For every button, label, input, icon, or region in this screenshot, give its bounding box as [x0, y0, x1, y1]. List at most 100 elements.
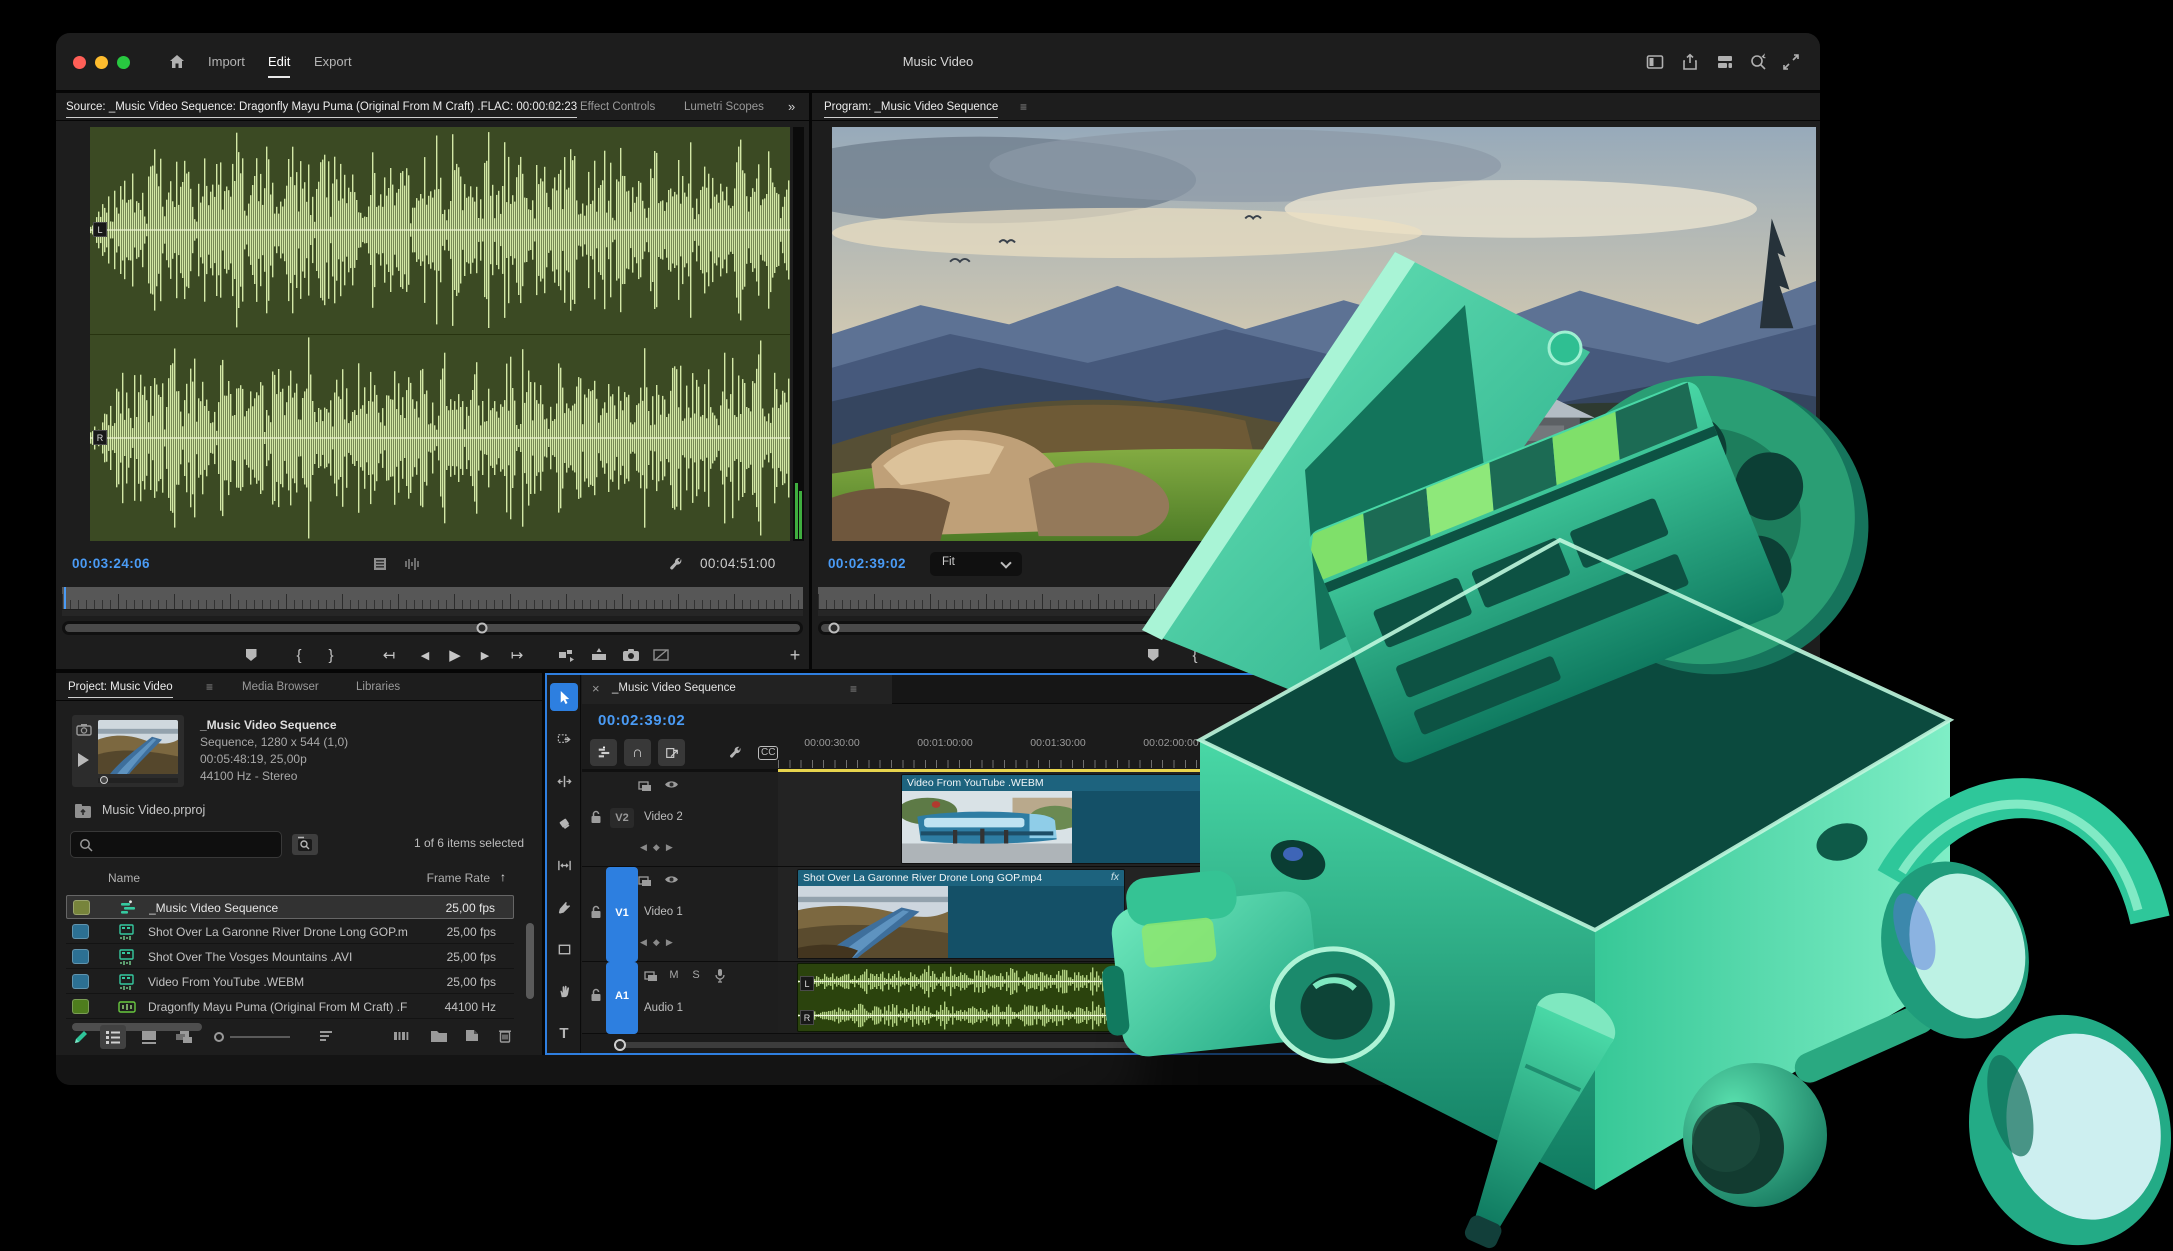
keyframe-nav[interactable]: ◀◆▶ — [640, 842, 679, 853]
column-header-frame-rate[interactable]: Frame Rate — [427, 871, 490, 885]
toggle-track-output-eye-icon[interactable] — [664, 874, 679, 885]
source-playhead[interactable] — [64, 587, 66, 609]
add-marker-icon[interactable] — [240, 641, 262, 669]
solo-track-button[interactable]: S — [688, 969, 704, 981]
program-ruler[interactable] — [818, 587, 1814, 609]
list-vertical-scrollbar[interactable] — [526, 923, 534, 999]
writable-pencil-icon[interactable] — [72, 1028, 90, 1046]
meter-solo-right[interactable]: S — [1801, 1017, 1807, 1028]
nest-sequence-icon[interactable] — [590, 739, 617, 766]
scrollbar-handle[interactable] — [477, 623, 488, 634]
track-lock-icon[interactable] — [590, 905, 602, 919]
panel-layout-icon[interactable] — [1646, 53, 1664, 71]
tab-overflow-icon[interactable]: » — [788, 93, 795, 121]
add-button-icon[interactable]: + — [1786, 641, 1808, 669]
timeline-ruler[interactable]: 00:00:30:00 00:01:00:00 00:01:30:00 00:0… — [778, 735, 1818, 769]
zoom-handle-right[interactable] — [1134, 1039, 1146, 1051]
automate-to-sequence-icon[interactable] — [392, 1029, 410, 1043]
ripple-edit-tool[interactable] — [550, 767, 578, 795]
close-window-button[interactable] — [73, 56, 86, 69]
project-item-row[interactable]: Video From YouTube .WEBM 25,00 fps — [66, 970, 514, 994]
type-tool[interactable]: T — [550, 1019, 578, 1047]
step-forward-icon[interactable]: ▶ — [474, 641, 496, 669]
track-target-v1[interactable]: V1 — [610, 903, 634, 923]
panel-menu-icon[interactable]: ≡ — [206, 673, 213, 701]
sort-options-icon[interactable] — [318, 1029, 334, 1043]
timeline-zoom-scrollbar[interactable] — [592, 1039, 1778, 1051]
tab-lumetri-scopes[interactable]: Lumetri Scopes — [684, 93, 764, 121]
mark-in-icon[interactable]: { — [288, 641, 310, 669]
zoom-slider-track[interactable] — [230, 1036, 290, 1038]
preview-play-icon[interactable] — [78, 753, 89, 767]
overwrite-icon[interactable] — [588, 641, 610, 669]
column-header-name[interactable]: Name — [108, 871, 140, 885]
voiceover-record-mic-icon[interactable] — [714, 968, 726, 983]
toggle-track-output-eye-icon[interactable] — [664, 779, 679, 790]
mute-track-button[interactable]: M — [666, 969, 682, 981]
label-color-chip[interactable] — [73, 900, 90, 915]
step-back-icon[interactable]: ◀ — [414, 641, 436, 669]
source-patch-icon[interactable] — [644, 970, 658, 982]
zoom-level-dropdown[interactable]: Fit — [930, 552, 1022, 576]
freeform-view-button[interactable] — [174, 1029, 194, 1045]
track-target-v2[interactable]: V2 — [610, 808, 634, 828]
share-icon[interactable] — [1681, 53, 1699, 71]
source-patch-icon[interactable] — [638, 875, 652, 887]
track-select-forward-tool[interactable] — [550, 725, 578, 753]
track-lane-a1[interactable]: L R — [778, 962, 1818, 1034]
track-name[interactable]: Audio 1 — [644, 1002, 683, 1014]
sort-ascending-icon[interactable]: ↑ — [500, 870, 506, 884]
fullscreen-icon[interactable] — [1782, 53, 1800, 71]
add-marker-icon[interactable] — [1142, 641, 1164, 669]
tab-program[interactable]: Program: _Music Video Sequence — [824, 93, 998, 121]
clip-video-from-youtube[interactable]: Video From YouTube .WEBM fx — [901, 774, 1216, 864]
track-lane-v2[interactable]: Video From YouTube .WEBM fx — [778, 772, 1818, 867]
panel-menu-icon[interactable]: ≡ — [850, 682, 857, 696]
tab-effect-controls[interactable]: Effect Controls — [580, 93, 655, 121]
label-color-chip[interactable] — [72, 949, 89, 964]
keyframe-nav[interactable]: ◀◆▶ — [640, 937, 679, 948]
export-frame-icon[interactable] — [620, 641, 642, 669]
pen-tool[interactable] — [550, 893, 578, 921]
new-item-icon[interactable] — [464, 1028, 480, 1043]
tab-project[interactable]: Project: Music Video — [68, 673, 173, 701]
create-search-bin-icon[interactable] — [292, 834, 318, 855]
zoom-window-button[interactable] — [117, 56, 130, 69]
hand-tool[interactable] — [550, 977, 578, 1005]
close-tab-icon[interactable]: × — [592, 681, 600, 696]
label-color-chip[interactable] — [72, 974, 89, 989]
timeline-settings-wrench-icon[interactable] — [728, 745, 743, 760]
drag-audio-only-icon[interactable] — [404, 556, 420, 572]
home-icon[interactable] — [168, 53, 186, 71]
source-patch-icon[interactable] — [638, 780, 652, 792]
play-icon[interactable]: ▶ — [444, 641, 466, 669]
add-button-icon[interactable]: + — [784, 641, 806, 669]
trash-icon[interactable] — [498, 1028, 512, 1043]
search-input[interactable] — [70, 831, 282, 858]
snap-magnet-icon[interactable]: ∩ — [624, 739, 651, 766]
track-target-a1[interactable]: A1 — [610, 986, 634, 1006]
poster-frame-camera-icon[interactable] — [76, 723, 92, 737]
project-file-name[interactable]: Music Video.prproj — [102, 803, 205, 817]
mark-in-icon[interactable]: { — [1184, 641, 1206, 669]
source-zoom-scrollbar[interactable] — [62, 621, 803, 635]
source-current-timecode[interactable]: 00:03:24:06 — [72, 556, 150, 571]
tab-edit[interactable]: Edit — [268, 33, 290, 91]
tab-media-browser[interactable]: Media Browser — [242, 673, 319, 701]
goto-in-icon[interactable]: ↤ — [378, 641, 400, 669]
sequence-tab[interactable]: × _Music Video Sequence ≡ — [582, 675, 892, 704]
program-zoom-scrollbar[interactable] — [818, 621, 1814, 635]
tab-export[interactable]: Export — [314, 33, 352, 91]
icon-view-button[interactable] — [140, 1029, 158, 1045]
meter-solo-left[interactable]: S — [1787, 1017, 1793, 1028]
clip-shot-over-la-garonne[interactable]: Shot Over La Garonne River Drone Long GO… — [797, 869, 1125, 959]
insert-icon[interactable] — [556, 641, 578, 669]
project-item-row[interactable]: _Music Video Sequence 25,00 fps — [66, 895, 514, 919]
tab-import[interactable]: Import — [208, 33, 245, 91]
workspaces-icon[interactable] — [1716, 53, 1734, 71]
track-lock-icon[interactable] — [590, 988, 602, 1002]
track-lock-icon[interactable] — [590, 810, 602, 824]
mark-out-icon[interactable]: } — [1216, 641, 1238, 669]
clip-audio-flac[interactable]: L R — [797, 963, 1802, 1032]
tab-source[interactable]: Source: _Music Video Sequence: Dragonfly… — [66, 93, 577, 121]
